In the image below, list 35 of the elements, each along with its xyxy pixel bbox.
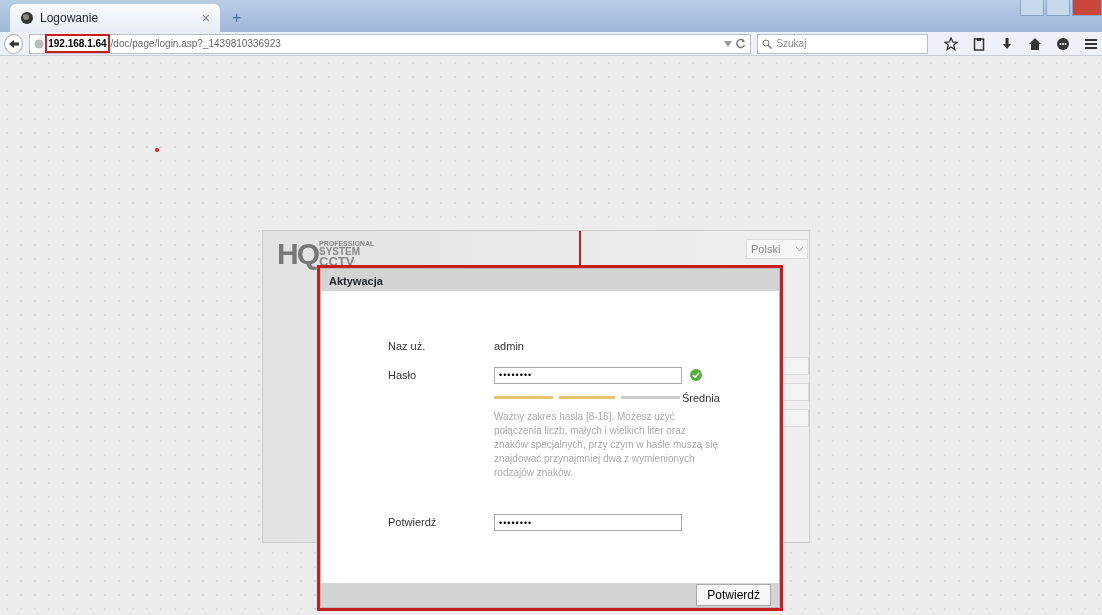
input-field[interactable] xyxy=(781,357,809,375)
chat-icon[interactable] xyxy=(1056,36,1070,51)
browser-tab[interactable]: Logowanie × xyxy=(10,4,220,32)
dropdown-icon[interactable] xyxy=(724,40,733,47)
field-label: Naz uż. xyxy=(388,339,427,354)
input-field[interactable] xyxy=(781,409,809,427)
field-label: Potwierdź xyxy=(388,515,438,531)
password-field[interactable]: •••••••• xyxy=(494,366,682,384)
search-field[interactable]: Szukaj xyxy=(757,33,928,54)
back-arrow-icon xyxy=(7,38,20,49)
star-icon[interactable] xyxy=(944,36,958,51)
reload-icon[interactable] xyxy=(735,38,747,49)
back-button[interactable] xyxy=(4,33,24,54)
tab-title: Logowanie xyxy=(40,10,99,27)
field-label: Hasło xyxy=(388,367,418,383)
password-field[interactable]: •••••••• xyxy=(494,514,682,531)
caret-icon xyxy=(796,246,803,252)
home-icon[interactable] xyxy=(1028,36,1042,51)
url-host: 192.168.1.64 xyxy=(47,36,108,51)
address-bar[interactable]: 192.168.1.64 /doc/page/login.asp?_1439810336923 xyxy=(29,33,752,54)
url-path: /doc/page/login.asp?_1439810336923 xyxy=(110,37,281,51)
strength-label: Średnia xyxy=(682,390,720,406)
clipboard-icon[interactable] xyxy=(972,36,986,51)
dialog-title: Aktywacja xyxy=(321,269,779,291)
logo-letters: HQ xyxy=(277,239,318,269)
menu-icon[interactable] xyxy=(1084,36,1098,51)
confirm-button[interactable]: Potwierdź xyxy=(696,584,771,606)
marker-dot xyxy=(155,148,159,152)
password-hint: Ważny zakres hasła [8-16]. Możesz użyć połączenia liczb, małych i wielkich liter oraz znaków specjalnych, przy czym w haśle muszą się znajdować przynajmniej dwa z wymienionych rodzajów znaków. xyxy=(493,410,718,480)
download-icon[interactable] xyxy=(1000,36,1014,51)
search-icon xyxy=(762,38,773,49)
field-value: admin xyxy=(494,339,524,354)
input-field[interactable] xyxy=(781,383,809,401)
logo-text: SYSTEM xyxy=(319,246,361,256)
search-placeholder: Szukaj xyxy=(776,37,807,51)
